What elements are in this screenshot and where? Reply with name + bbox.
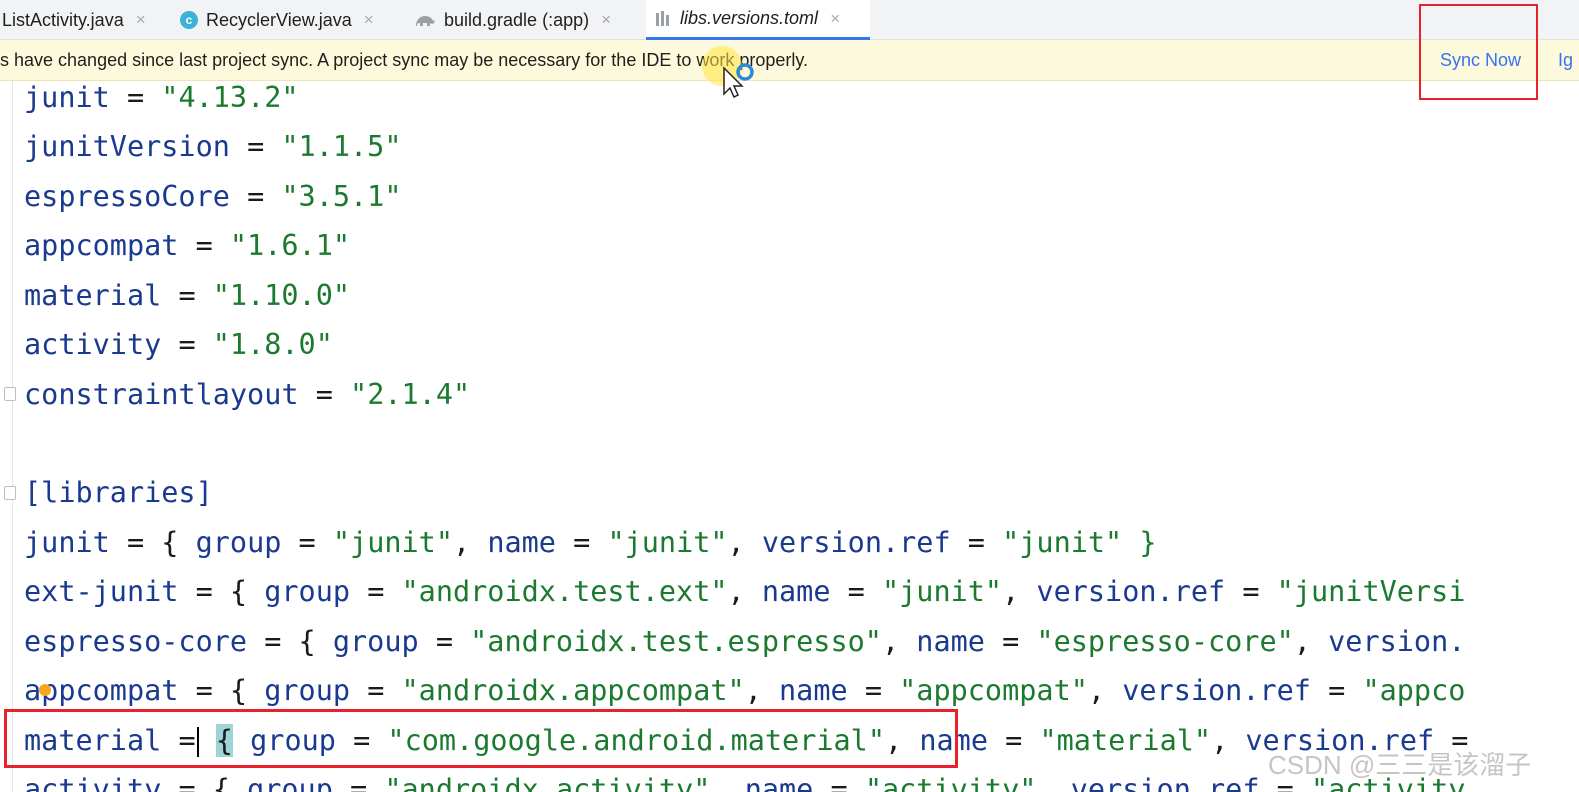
code-line: appcompat = "1.6.1" bbox=[24, 229, 351, 262]
code-editor[interactable]: junit = "4.13.2" junitVersion = "1.1.5" … bbox=[0, 81, 1579, 792]
tab-label: ListActivity.java bbox=[2, 9, 124, 30]
code-line: espresso-core = { group = "androidx.test… bbox=[24, 625, 1466, 658]
current-line-highlight-box bbox=[4, 709, 958, 768]
code-line: junit = { group = "junit", name = "junit… bbox=[24, 526, 1157, 559]
mouse-cursor-icon bbox=[700, 42, 760, 102]
sync-now-highlight-box bbox=[1419, 4, 1538, 100]
close-icon[interactable]: × bbox=[364, 10, 374, 30]
fold-marker-icon[interactable] bbox=[4, 486, 16, 500]
close-icon[interactable]: × bbox=[830, 9, 840, 29]
code-line: constraintlayout = "2.1.4" bbox=[24, 378, 471, 411]
tab-label: RecyclerView.java bbox=[206, 9, 352, 30]
tab-libs-versions-toml[interactable]: libs.versions.toml × bbox=[646, 0, 870, 40]
editor-tab-bar: ListActivity.java × c RecyclerView.java … bbox=[0, 0, 1579, 40]
watermark: CSDN @三三是该溜子 bbox=[1268, 750, 1532, 780]
modified-indicator-dot bbox=[39, 684, 51, 696]
ignore-changes-link[interactable]: Ig bbox=[1558, 50, 1573, 71]
code-line: activity = { group = "androidx.activity"… bbox=[24, 773, 1466, 792]
code-line: junit = "4.13.2" bbox=[24, 81, 299, 114]
editor-gutter bbox=[12, 81, 13, 792]
toml-file-icon bbox=[656, 10, 669, 26]
tab-label: libs.versions.toml bbox=[680, 8, 819, 28]
section-header: [libraries] bbox=[24, 476, 213, 509]
fold-marker-icon[interactable] bbox=[4, 387, 16, 401]
sync-notification-banner: s have changed since last project sync. … bbox=[0, 40, 1579, 81]
tab-recyclerview[interactable]: c RecyclerView.java × bbox=[172, 0, 402, 40]
banner-message: s have changed since last project sync. … bbox=[0, 50, 809, 70]
code-line: junitVersion = "1.1.5" bbox=[24, 130, 402, 163]
java-class-icon: c bbox=[180, 11, 198, 29]
close-icon[interactable]: × bbox=[136, 10, 146, 30]
code-line: activity = "1.8.0" bbox=[24, 328, 333, 361]
close-icon[interactable]: × bbox=[601, 10, 611, 30]
code-line: espressoCore = "3.5.1" bbox=[24, 180, 402, 213]
gradle-icon bbox=[416, 16, 435, 26]
code-line: material = "1.10.0" bbox=[24, 279, 351, 312]
tab-build-gradle[interactable]: build.gradle (:app) × bbox=[406, 0, 642, 40]
tab-label: build.gradle (:app) bbox=[444, 9, 590, 30]
code-line: ext-junit = { group = "androidx.test.ext… bbox=[24, 575, 1466, 608]
tab-listactivity[interactable]: ListActivity.java × bbox=[0, 0, 164, 40]
